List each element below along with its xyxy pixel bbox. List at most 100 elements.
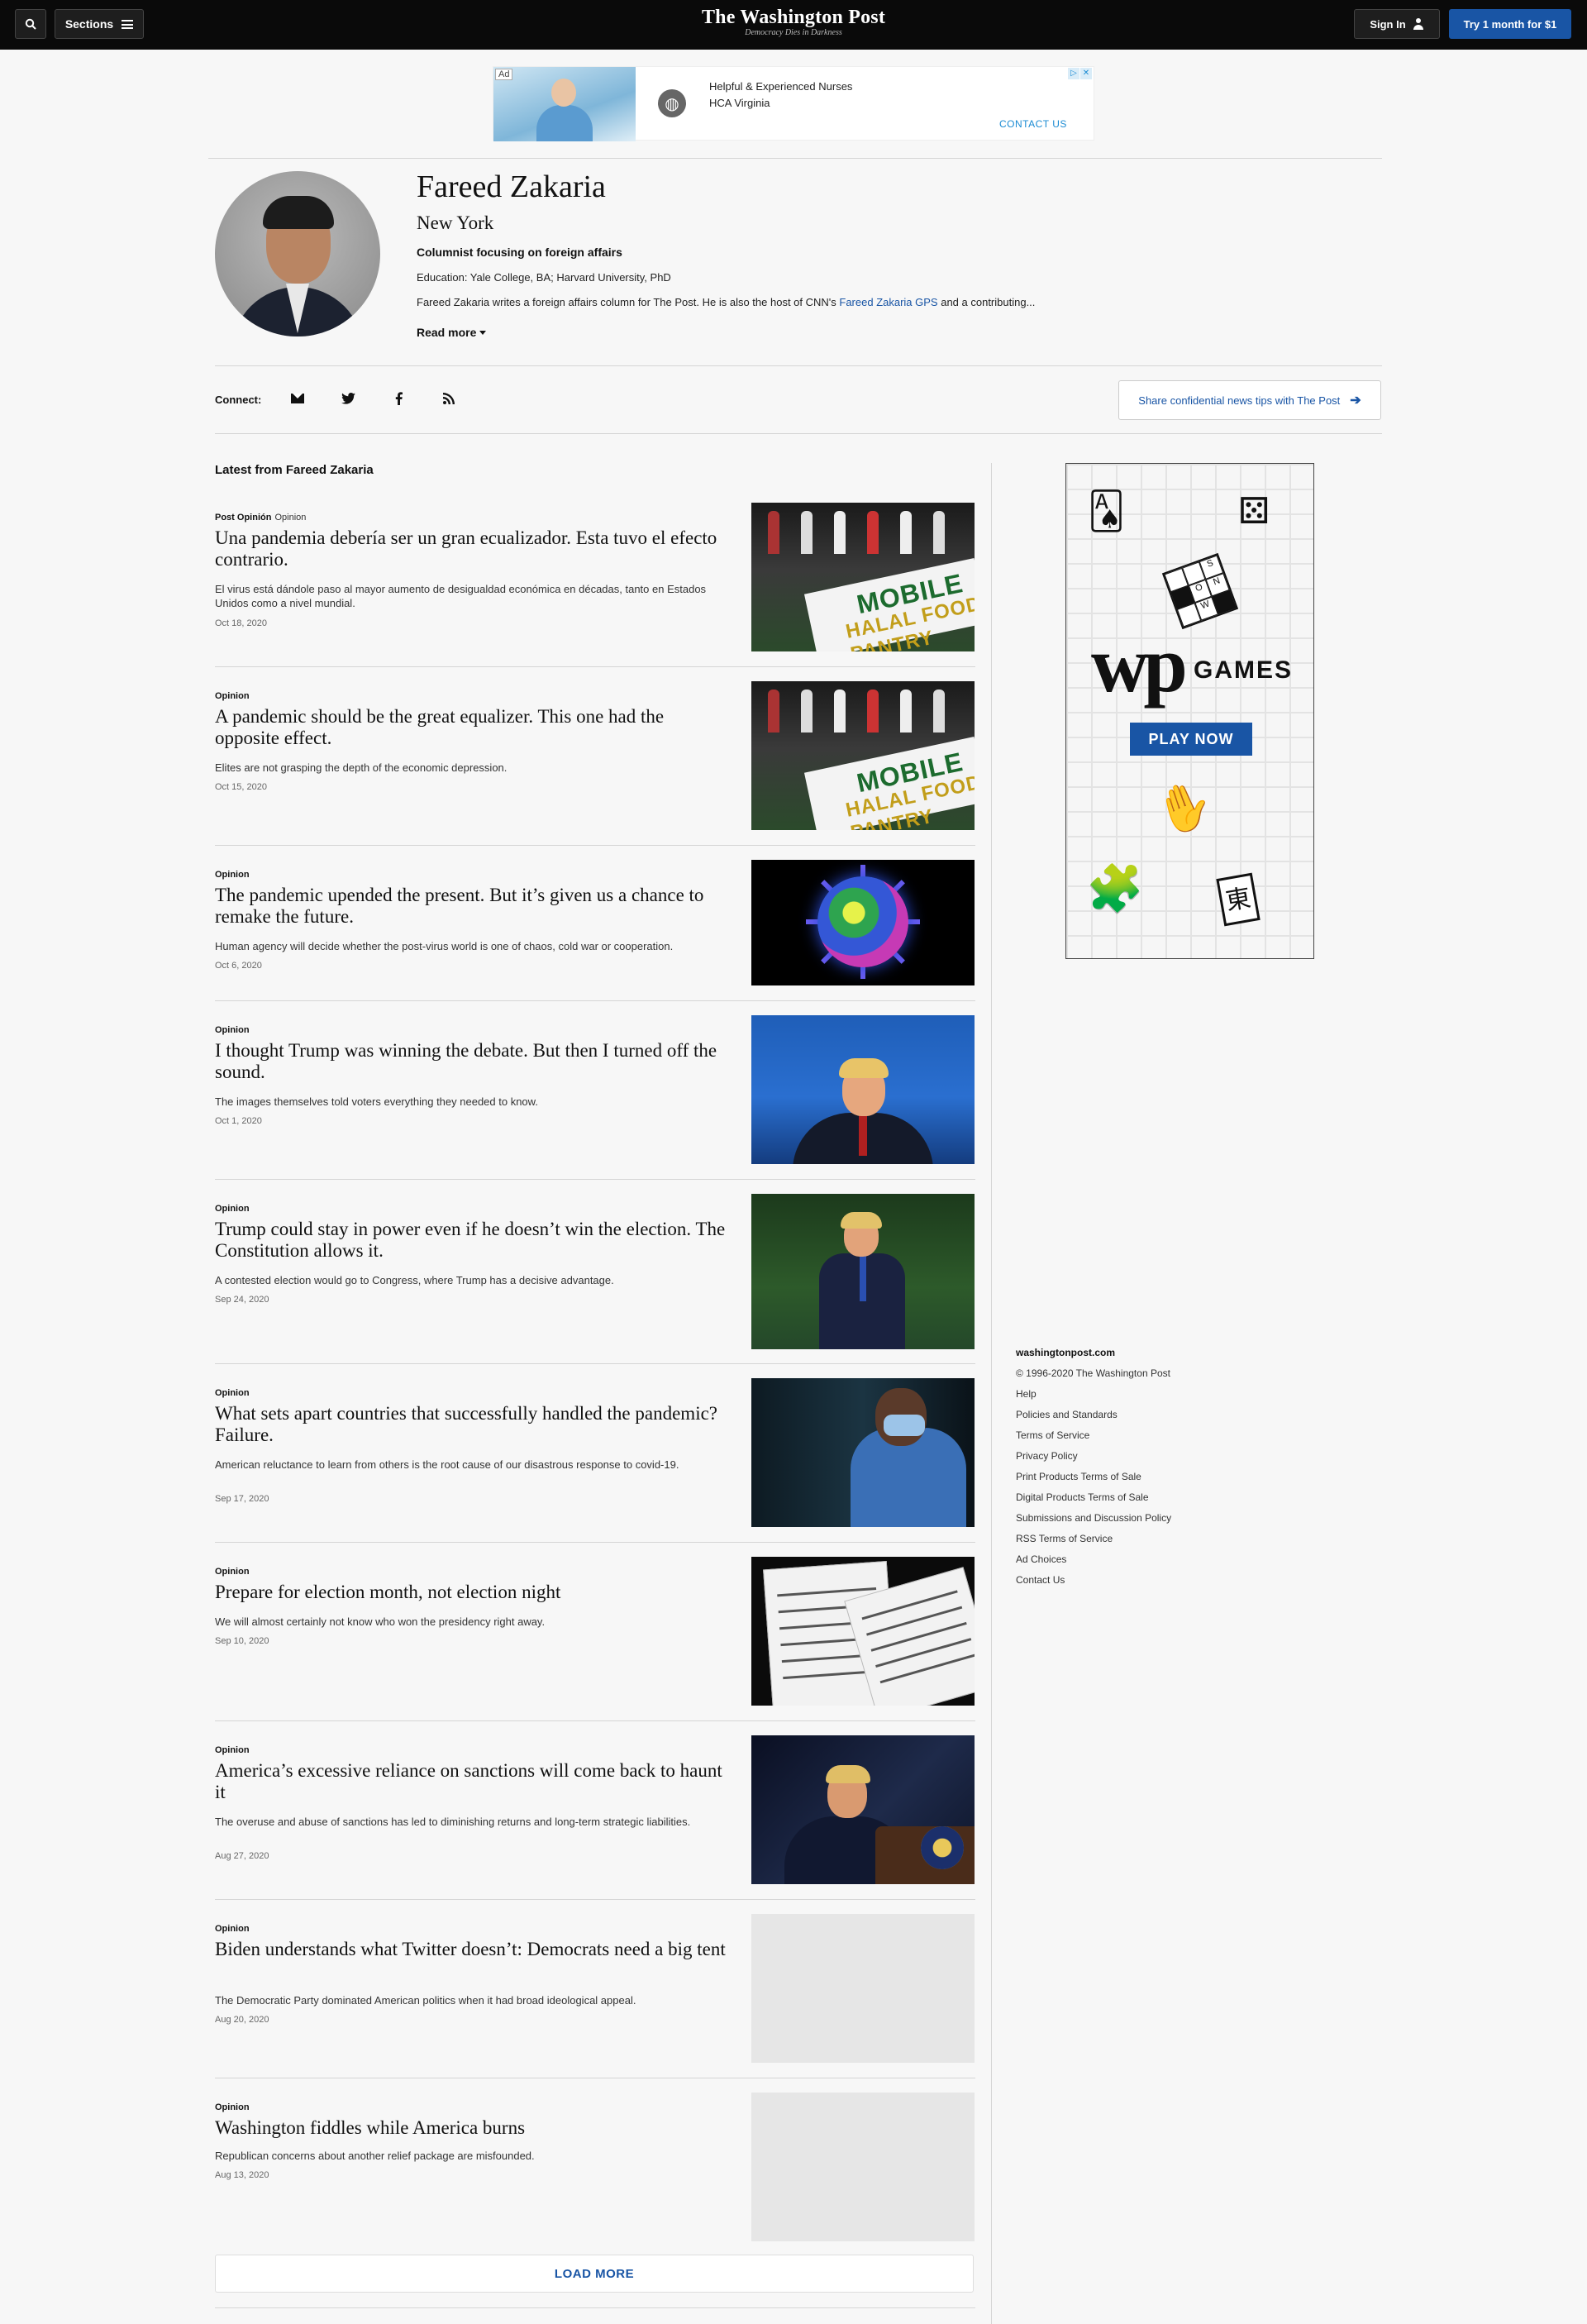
site-logo[interactable]: The Washington Post Democracy Dies in Da… xyxy=(628,7,959,37)
article-item[interactable]: Opinion Trump could stay in power even i… xyxy=(215,1194,975,1349)
bio-link[interactable]: Fareed Zakaria GPS xyxy=(839,296,937,308)
mail-icon xyxy=(291,394,304,403)
footer-link[interactable]: Contact Us xyxy=(1016,1570,1231,1591)
footer-link[interactable]: Submissions and Discussion Policy xyxy=(1016,1508,1231,1529)
article-item[interactable]: Opinion What sets apart countries that s… xyxy=(215,1378,975,1529)
article-headline[interactable]: The pandemic upended the present. But it… xyxy=(215,885,727,928)
article-kicker: Opinion xyxy=(215,2102,250,2112)
article-thumbnail[interactable] xyxy=(751,860,975,985)
article-date: Oct 15, 2020 xyxy=(215,782,267,792)
read-more-button[interactable]: Read more xyxy=(417,326,487,339)
divider xyxy=(215,433,1382,434)
ad-badge: Ad xyxy=(495,69,513,80)
article-item[interactable]: Opinion I thought Trump was winning the … xyxy=(215,1015,975,1166)
play-now-button[interactable]: PLAY NOW xyxy=(1130,723,1252,756)
ad-contact-link[interactable]: CONTACT US xyxy=(999,118,1067,130)
section-title: Latest from Fareed Zakaria xyxy=(215,463,374,477)
article-kicker: Opinion xyxy=(215,1204,250,1214)
article-thumbnail[interactable] xyxy=(751,1194,975,1349)
games-ad[interactable]: 🂡 ⚄ S ON W wp GAMES PLAY NOW ✋ 🧩 東 xyxy=(1065,463,1314,959)
article-thumbnail[interactable] xyxy=(751,1378,975,1527)
article-headline[interactable]: Trump could stay in power even if he doe… xyxy=(215,1219,727,1262)
facebook-link[interactable] xyxy=(388,389,408,408)
footer-link[interactable]: Digital Products Terms of Sale xyxy=(1016,1487,1231,1508)
article-blurb: A contested election would go to Congres… xyxy=(215,1274,614,1286)
author-name: Fareed Zakaria xyxy=(417,169,606,204)
article-blurb: Elites are not grasping the depth of the… xyxy=(215,761,508,774)
article-thumbnail[interactable] xyxy=(751,1735,975,1884)
ad-headline: Helpful & Experienced Nurses xyxy=(709,80,853,93)
divider xyxy=(215,666,975,667)
article-item[interactable]: Opinion Prepare for election month, not … xyxy=(215,1557,975,1707)
ad-banner[interactable]: Ad ◍ Helpful & Experienced Nurses HCA Vi… xyxy=(493,66,1094,141)
footer-link[interactable]: RSS Terms of Service xyxy=(1016,1529,1231,1549)
footer-link[interactable]: Terms of Service xyxy=(1016,1425,1231,1446)
sign-in-button[interactable]: Sign In xyxy=(1354,9,1440,39)
article-thumbnail[interactable] xyxy=(751,1557,975,1706)
load-more-button[interactable]: LOAD MORE xyxy=(215,2255,974,2293)
footer-link[interactable]: Print Products Terms of Sale xyxy=(1016,1467,1231,1487)
article-kicker: Opinion xyxy=(215,1567,250,1577)
divider xyxy=(215,1363,975,1364)
bio-text-end: and a contributing... xyxy=(937,296,1036,308)
article-kicker: Post Opinión Opinion xyxy=(215,513,306,523)
article-date: Aug 13, 2020 xyxy=(215,2170,269,2180)
globe-icon: ◍ xyxy=(658,89,686,117)
footer-link[interactable]: Ad Choices xyxy=(1016,1549,1231,1570)
article-headline[interactable]: Washington fiddles while America burns xyxy=(215,2117,727,2139)
footer-link[interactable]: Help xyxy=(1016,1384,1231,1405)
divider xyxy=(208,158,1382,159)
article-thumbnail[interactable]: MOBILE HALAL FOOD PANTRY xyxy=(751,681,975,830)
article-headline[interactable]: America’s excessive reliance on sanction… xyxy=(215,1760,727,1803)
footer-link[interactable]: Policies and Standards xyxy=(1016,1405,1231,1425)
sign-in-label: Sign In xyxy=(1370,17,1406,31)
author-bio: Fareed Zakaria writes a foreign affairs … xyxy=(417,296,1035,308)
news-tips-button[interactable]: Share confidential news tips with The Po… xyxy=(1118,380,1381,420)
sections-label: Sections xyxy=(64,17,114,31)
article-thumbnail-placeholder[interactable] xyxy=(751,2093,975,2241)
connect-label: Connect: xyxy=(215,394,262,406)
caret-down-icon xyxy=(479,330,487,335)
article-headline[interactable]: What sets apart countries that successfu… xyxy=(215,1403,727,1446)
article-item[interactable]: Opinion Biden understands what Twitter d… xyxy=(215,1914,975,2064)
person-icon xyxy=(1413,18,1424,30)
article-item[interactable]: Opinion Washington fiddles while America… xyxy=(215,2093,975,2243)
games-wordmark: GAMES xyxy=(1194,656,1294,684)
article-thumbnail-placeholder[interactable] xyxy=(751,1914,975,2063)
kicker-tag: Opinion xyxy=(274,513,307,523)
article-date: Sep 17, 2020 xyxy=(215,1494,269,1504)
article-item[interactable]: Opinion The pandemic upended the present… xyxy=(215,860,975,994)
article-thumbnail[interactable] xyxy=(751,1015,975,1164)
footer-link[interactable]: Privacy Policy xyxy=(1016,1446,1231,1467)
arrow-right-icon: ➔ xyxy=(1350,394,1361,408)
divider xyxy=(215,2307,975,2308)
divider xyxy=(215,1720,975,1721)
article-item[interactable]: Post Opinión Opinion Una pandemia debería… xyxy=(215,503,975,653)
article-blurb: The images themselves told voters everyt… xyxy=(215,1095,538,1108)
article-headline[interactable]: I thought Trump was winning the debate. … xyxy=(215,1040,727,1083)
article-thumbnail[interactable]: MOBILE HALAL FOOD PANTRY xyxy=(751,503,975,651)
search-button[interactable] xyxy=(15,9,46,39)
article-headline[interactable]: Una pandemia debería ser un gran ecualiz… xyxy=(215,527,727,570)
read-more-label: Read more xyxy=(417,326,477,339)
article-kicker: Opinion xyxy=(215,1745,250,1755)
close-icon[interactable]: ✕ xyxy=(1080,68,1092,79)
divider xyxy=(215,845,975,846)
adchoices-icon[interactable]: ▷ xyxy=(1068,68,1079,79)
article-date: Sep 10, 2020 xyxy=(215,1636,269,1646)
kicker-label: Post Opinión xyxy=(215,513,272,523)
ad-advertiser: HCA Virginia xyxy=(709,97,770,109)
article-item[interactable]: Opinion America’s excessive reliance on … xyxy=(215,1735,975,1886)
rss-link[interactable] xyxy=(439,389,459,408)
article-headline[interactable]: A pandemic should be the great equalizer… xyxy=(215,706,727,749)
article-headline[interactable]: Biden understands what Twitter doesn’t: … xyxy=(215,1939,727,1960)
hamburger-icon xyxy=(122,19,134,29)
email-link[interactable] xyxy=(288,389,307,408)
subscribe-button[interactable]: Try 1 month for $1 xyxy=(1449,9,1571,39)
article-headline[interactable]: Prepare for election month, not election… xyxy=(215,1582,727,1603)
column-divider xyxy=(991,463,992,2324)
twitter-link[interactable] xyxy=(338,389,358,408)
article-item[interactable]: Opinion A pandemic should be the great e… xyxy=(215,681,975,832)
sections-button[interactable]: Sections xyxy=(55,9,144,39)
facebook-icon xyxy=(395,392,403,405)
